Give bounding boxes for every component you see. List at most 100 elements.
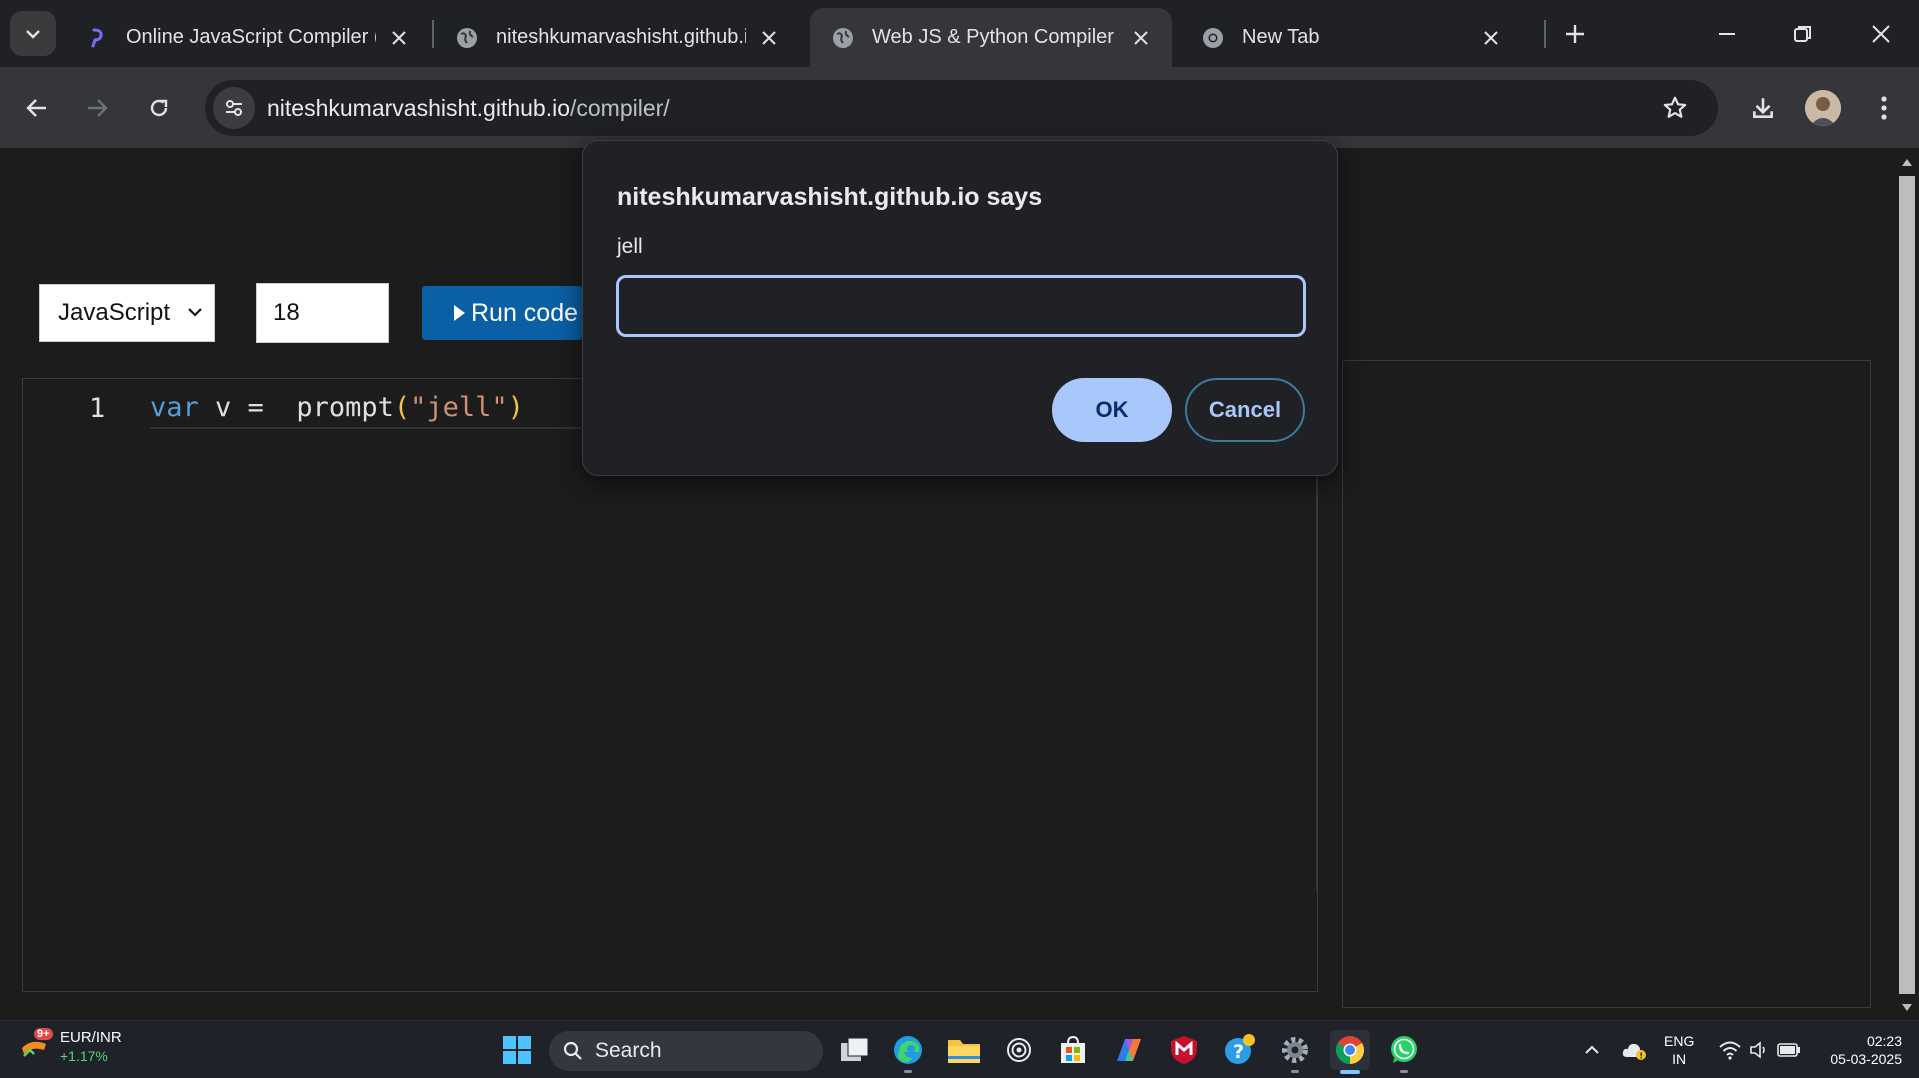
- tab-title: Online JavaScript Compiler (: [126, 26, 376, 48]
- back-button[interactable]: [16, 87, 58, 129]
- microsoft-store-button[interactable]: [1053, 1030, 1093, 1070]
- search-label: Search: [595, 1039, 662, 1062]
- bookmark-button[interactable]: [1654, 87, 1696, 129]
- volume-icon: [1750, 1041, 1765, 1059]
- task-view-icon: [841, 1037, 869, 1061]
- prompt-dialog: niteshkumarvashisht.github.io says jell …: [582, 140, 1338, 476]
- whatsapp-button[interactable]: [1384, 1030, 1424, 1073]
- arrow-left-icon: [26, 99, 46, 117]
- edge-icon: [894, 1036, 922, 1064]
- play-icon: [454, 305, 465, 321]
- file-explorer-button[interactable]: [944, 1030, 984, 1070]
- app-button[interactable]: [999, 1030, 1039, 1070]
- edge-button[interactable]: [888, 1030, 928, 1073]
- widget-text: EUR/INR +1.17%: [60, 1029, 122, 1065]
- start-button[interactable]: [497, 1030, 537, 1070]
- minimize-icon: [1719, 33, 1735, 35]
- code-close-paren: ): [507, 392, 524, 423]
- cancel-button[interactable]: Cancel: [1185, 378, 1305, 442]
- gear-icon: [1282, 1037, 1308, 1063]
- tab-strip: Online JavaScript Compiler ( niteshkumar…: [0, 0, 1919, 67]
- code-open-paren: (: [393, 392, 411, 423]
- close-icon[interactable]: [1478, 25, 1504, 51]
- lang-line1: ENG: [1664, 1033, 1695, 1049]
- taskbar-search[interactable]: Search: [549, 1031, 823, 1071]
- quick-settings-button[interactable]: [1708, 1030, 1812, 1070]
- widget-change: +1.17%: [60, 1048, 108, 1064]
- help-icon: ?: [1225, 1034, 1255, 1064]
- mcafee-shield-icon: [1171, 1036, 1197, 1064]
- widgets-button[interactable]: 9+ EUR/INR +1.17%: [20, 1028, 122, 1065]
- site-info-button[interactable]: [213, 87, 255, 129]
- close-icon[interactable]: [1128, 25, 1154, 51]
- tab-web-js-python-compiler[interactable]: Web JS & Python Compiler: [810, 8, 1172, 67]
- tune-icon: [226, 100, 242, 116]
- mcafee-button[interactable]: [1164, 1030, 1204, 1070]
- line-number: 1: [89, 393, 106, 424]
- code-function: prompt: [280, 392, 394, 423]
- run-code-button[interactable]: Run code: [422, 286, 582, 340]
- url-host: niteshkumarvashisht.github.io: [267, 94, 570, 121]
- download-icon: [1753, 98, 1773, 118]
- svg-text:!: !: [1639, 1052, 1643, 1061]
- profile-avatar[interactable]: [1805, 90, 1841, 126]
- close-window-button[interactable]: [1851, 10, 1911, 58]
- search-icon: [563, 1041, 582, 1060]
- tab-title: niteshkumarvashisht.github.io: [496, 26, 746, 48]
- language-indicator[interactable]: ENG IN: [1664, 1032, 1694, 1068]
- language-select[interactable]: JavaScript: [39, 284, 215, 342]
- dialog-title: niteshkumarvashisht.github.io says: [617, 183, 1043, 211]
- widget-title: EUR/INR: [60, 1029, 122, 1046]
- tab-online-js-compiler[interactable]: Online JavaScript Compiler (: [64, 8, 430, 67]
- tab-title: Web JS & Python Compiler: [872, 26, 1114, 48]
- help-app-button[interactable]: ?: [1220, 1030, 1260, 1070]
- chrome-icon: [1336, 1036, 1364, 1064]
- restore-button[interactable]: [1773, 10, 1833, 58]
- task-view-button[interactable]: [835, 1030, 875, 1070]
- dialog-input[interactable]: [616, 275, 1306, 337]
- reload-button[interactable]: [138, 87, 180, 129]
- globe-icon: [830, 25, 856, 51]
- onedrive-button[interactable]: !: [1614, 1030, 1654, 1070]
- scroll-up-arrow[interactable]: [1901, 156, 1913, 168]
- clock[interactable]: 02:23 05-03-2025: [1816, 1032, 1902, 1068]
- settings-button[interactable]: [1275, 1030, 1315, 1073]
- url-path: /compiler/: [570, 94, 670, 121]
- dialog-message: jell: [617, 235, 643, 258]
- page-scrollbar[interactable]: [1895, 148, 1919, 1020]
- programiz-logo-icon: [84, 25, 110, 51]
- language-select-value: JavaScript: [58, 299, 171, 326]
- store-icon: [1061, 1035, 1085, 1063]
- tab-github-io[interactable]: niteshkumarvashisht.github.io: [434, 8, 800, 67]
- tab-new-tab[interactable]: New Tab: [1180, 8, 1522, 67]
- close-icon[interactable]: [756, 25, 782, 51]
- star-icon: [1663, 96, 1687, 118]
- whatsapp-icon: [1391, 1036, 1417, 1063]
- svg-text:?: ?: [1233, 1041, 1244, 1063]
- scroll-thumb[interactable]: [1899, 176, 1915, 994]
- chart-widget-icon: 9+: [20, 1028, 53, 1064]
- windows-logo-icon: [503, 1036, 531, 1064]
- chevron-down-icon: [188, 308, 202, 317]
- chrome-button[interactable]: [1330, 1030, 1370, 1074]
- copilot-button[interactable]: [1109, 1030, 1149, 1070]
- chrome-menu-button[interactable]: [1862, 86, 1906, 130]
- wifi-icon: [1719, 1041, 1741, 1060]
- target-icon: [1007, 1038, 1031, 1062]
- run-code-label: Run code: [471, 298, 579, 327]
- close-icon: [1872, 25, 1890, 43]
- scroll-down-arrow[interactable]: [1901, 1002, 1913, 1014]
- new-tab-button[interactable]: [1557, 16, 1593, 52]
- show-hidden-icons-button[interactable]: [1572, 1030, 1612, 1070]
- tab-search-button[interactable]: [10, 11, 56, 56]
- close-icon[interactable]: [386, 25, 412, 51]
- ok-button[interactable]: OK: [1052, 378, 1172, 442]
- code-keyword: var: [150, 392, 199, 423]
- code-identifier: v =: [198, 392, 281, 423]
- downloads-button[interactable]: [1741, 86, 1785, 130]
- forward-button[interactable]: [76, 87, 118, 129]
- address-bar[interactable]: niteshkumarvashisht.github.io/compiler/: [205, 80, 1718, 136]
- font-size-input[interactable]: 18: [256, 283, 389, 343]
- minimize-button[interactable]: [1697, 10, 1757, 58]
- restore-icon: [1794, 26, 1811, 42]
